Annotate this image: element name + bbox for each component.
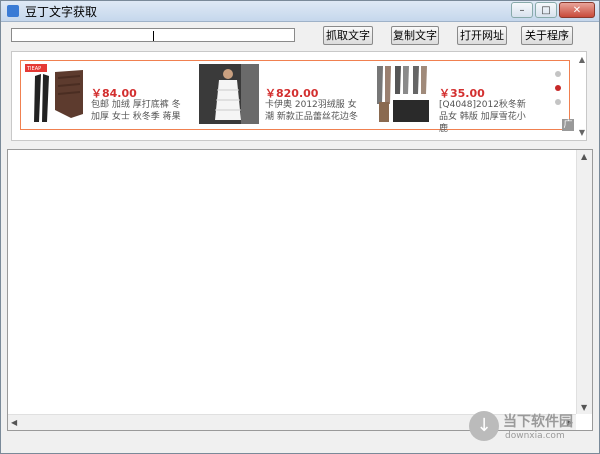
ad-dot[interactable] bbox=[555, 71, 561, 77]
extracted-text-area[interactable]: ▲ ▼ ◀ ▶ bbox=[7, 149, 593, 431]
ad-description: [Q4048]2012秋冬新品女 韩版 加厚雪花小鹿 bbox=[439, 100, 526, 134]
svg-text:TIEAP: TIEAP bbox=[26, 66, 41, 72]
ad-panel: TIEAP ￥84.00 包邮 加绒 厚打底裤 冬加厚 女士 秋冬季 蒋果 ￥8… bbox=[11, 51, 587, 141]
window-controls: – □ ✕ bbox=[509, 2, 595, 18]
close-button[interactable]: ✕ bbox=[559, 2, 595, 18]
ad-description: 卡伊奥 2012羽绒服 女 潮 新款正品蕾丝花边冬 bbox=[265, 100, 358, 122]
title-bar: 豆丁文字获取 – □ ✕ bbox=[1, 1, 599, 22]
maximize-button[interactable]: □ bbox=[535, 2, 557, 18]
ad-item[interactable]: TIEAP ￥84.00 包邮 加绒 厚打底裤 冬加厚 女士 秋冬季 蒋果 bbox=[25, 64, 191, 126]
ad-image-knit-tights bbox=[373, 64, 433, 124]
ad-item[interactable]: ￥35.00 [Q4048]2012秋冬新品女 韩版 加厚雪花小鹿 bbox=[373, 64, 539, 134]
watermark-title: 当下软件园 bbox=[503, 414, 573, 430]
copy-text-button[interactable]: 复制文字 bbox=[391, 26, 439, 45]
scroll-up-arrow-icon[interactable]: ▲ bbox=[581, 152, 587, 161]
ad-item[interactable]: ￥820.00 卡伊奥 2012羽绒服 女 潮 新款正品蕾丝花边冬 bbox=[199, 64, 365, 126]
ad-dot-active[interactable] bbox=[555, 85, 561, 91]
ad-image-leggings: TIEAP bbox=[25, 64, 85, 124]
ad-banner: TIEAP ￥84.00 包邮 加绒 厚打底裤 冬加厚 女士 秋冬季 蒋果 ￥8… bbox=[20, 60, 574, 134]
scroll-down-arrow-icon[interactable]: ▼ bbox=[579, 128, 585, 137]
vertical-scrollbar[interactable]: ▲ ▼ bbox=[576, 150, 592, 414]
app-window: 豆丁文字获取 – □ ✕ 抓取文字 复制文字 打开网址 关于程序 TIEAP ￥… bbox=[0, 0, 600, 454]
app-icon bbox=[7, 5, 19, 17]
minimize-button[interactable]: – bbox=[511, 2, 533, 18]
fetch-text-button[interactable]: 抓取文字 bbox=[323, 26, 373, 45]
scroll-left-arrow-icon[interactable]: ◀ bbox=[11, 418, 17, 427]
watermark-subtitle: downxia.com bbox=[505, 431, 565, 441]
open-url-button[interactable]: 打开网址 bbox=[457, 26, 507, 45]
ad-description: 包邮 加绒 厚打底裤 冬加厚 女士 秋冬季 蒋果 bbox=[91, 100, 181, 122]
download-icon: ↓ bbox=[469, 411, 499, 441]
ad-pagination bbox=[555, 71, 561, 113]
scroll-up-arrow-icon[interactable]: ▲ bbox=[579, 55, 585, 64]
text-caret bbox=[153, 31, 154, 41]
about-button[interactable]: 关于程序 bbox=[521, 26, 573, 45]
watermark: ↓ 当下软件园 downxia.com bbox=[469, 409, 589, 449]
ad-badge: 广 bbox=[562, 119, 574, 131]
ad-image-down-jacket bbox=[199, 64, 259, 124]
window-title: 豆丁文字获取 bbox=[25, 5, 98, 19]
ad-dot[interactable] bbox=[555, 99, 561, 105]
